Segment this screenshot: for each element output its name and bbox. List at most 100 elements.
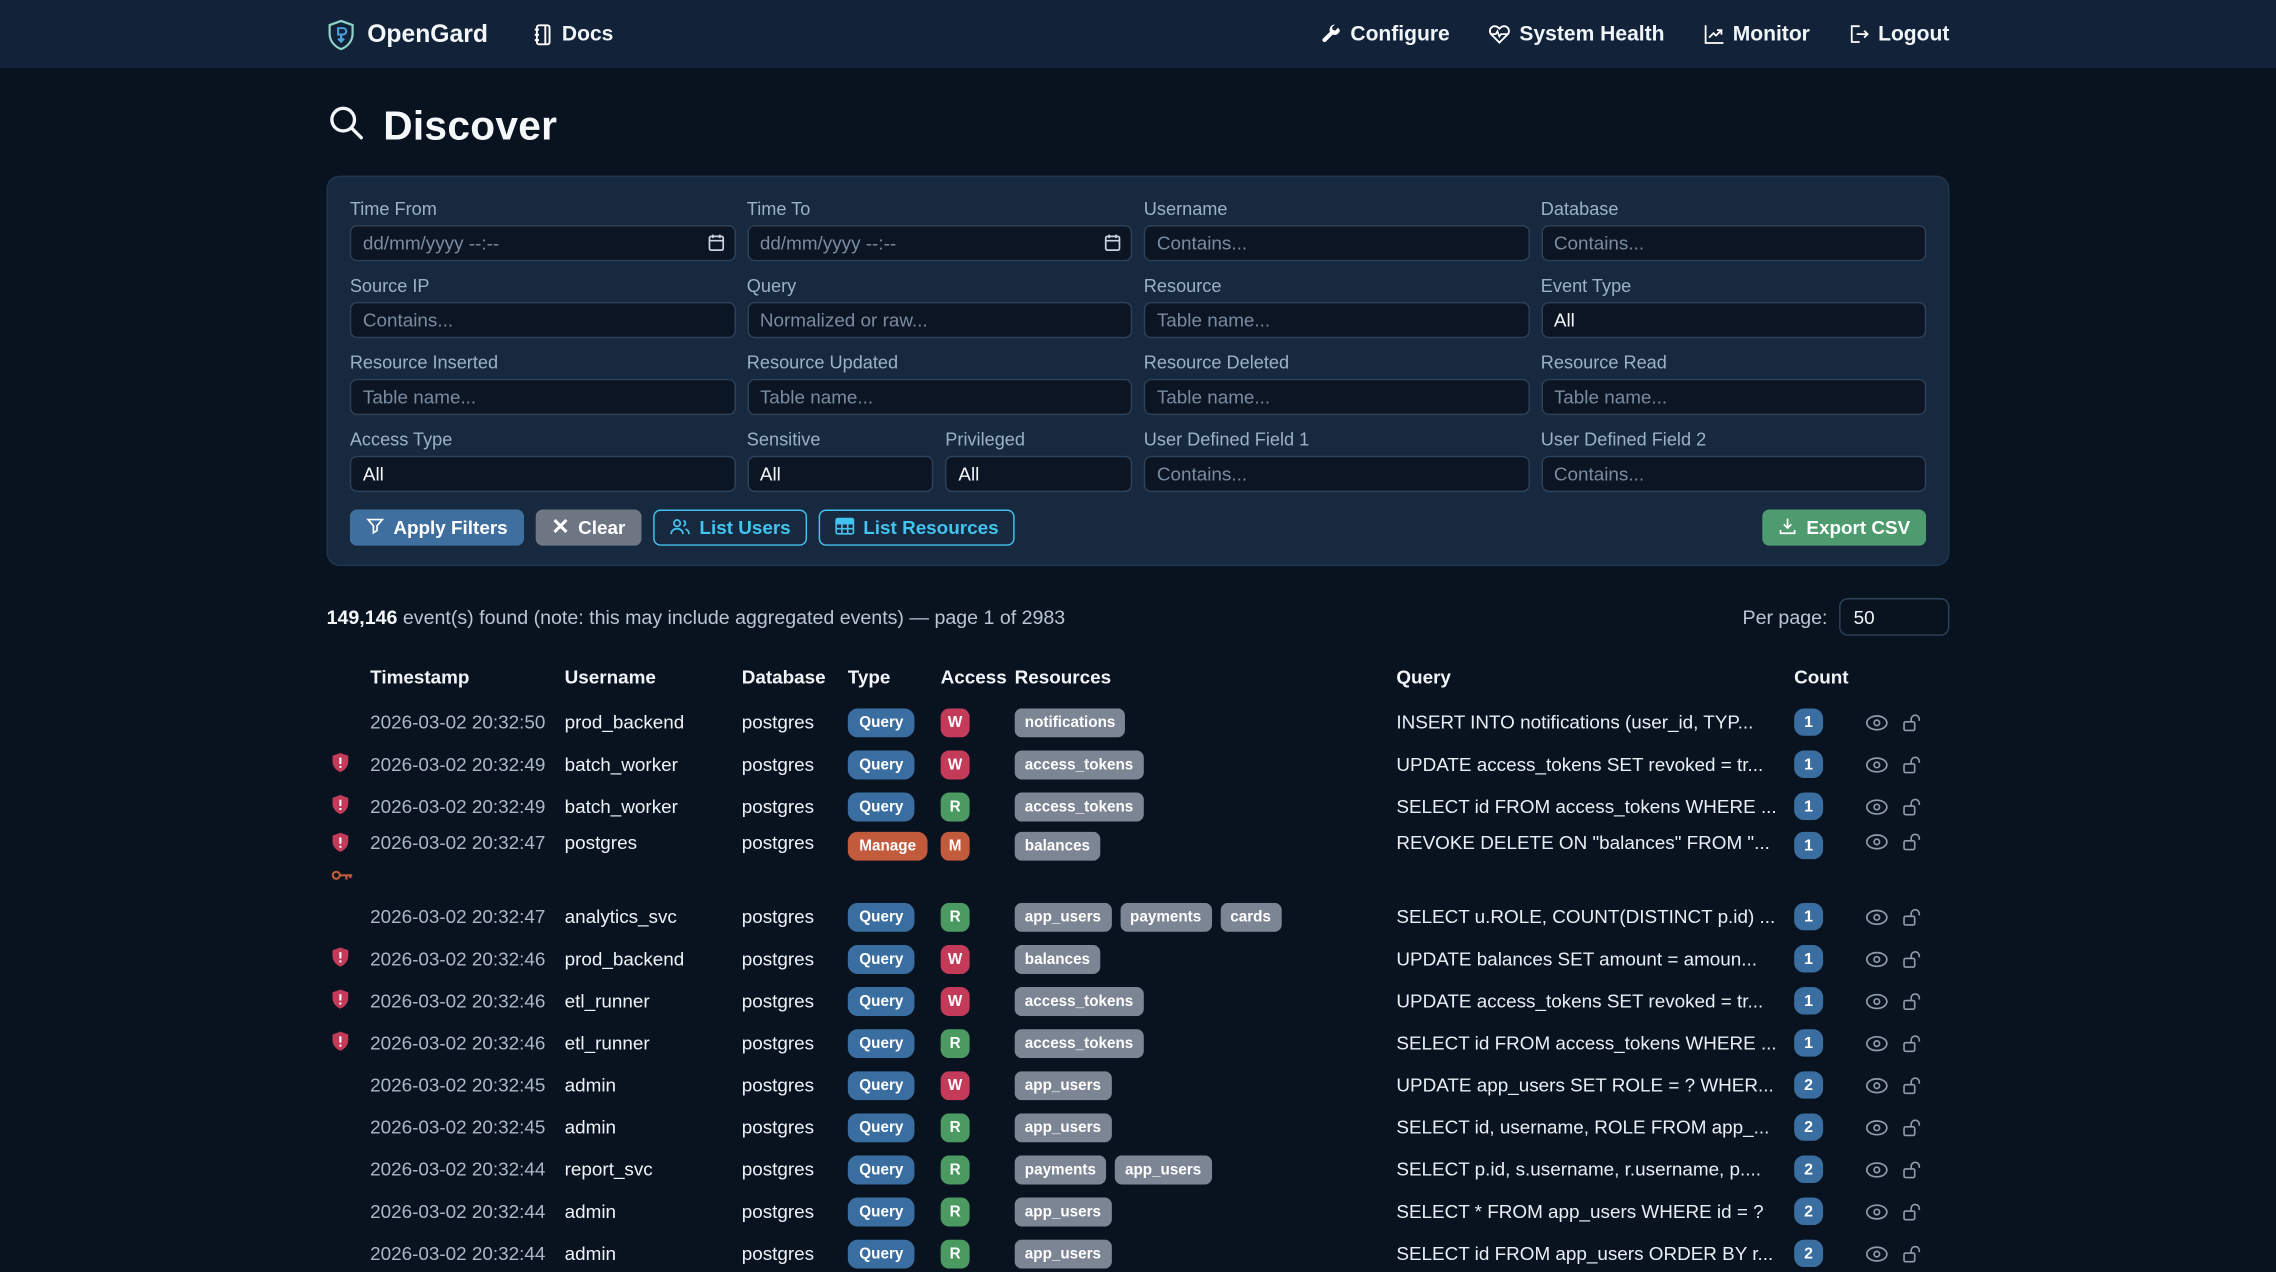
event-database: postgres <box>742 711 848 733</box>
type-badge: Query <box>848 1197 915 1226</box>
resource-inserted-input[interactable] <box>350 379 735 415</box>
resource-badge: access_tokens <box>1015 1028 1144 1057</box>
view-event-icon[interactable] <box>1865 1034 1888 1051</box>
filter-resource: Resource <box>1144 276 1529 338</box>
event-timestamp: 2026-03-02 20:32:46 <box>370 1032 565 1054</box>
count-badge: 1 <box>1794 1029 1823 1057</box>
view-event-icon[interactable] <box>1865 950 1888 967</box>
table-row: 2026-03-02 20:32:47 analytics_svc postgr… <box>327 896 1950 938</box>
view-event-icon[interactable] <box>1865 713 1888 730</box>
resource-badge: app_users <box>1015 1071 1112 1100</box>
clear-button[interactable]: ✕ Clear <box>535 509 641 545</box>
type-badge: Manage <box>848 832 928 861</box>
list-resources-button[interactable]: List Resources <box>818 509 1014 545</box>
view-event-icon[interactable] <box>1865 1245 1888 1262</box>
filter-udf2: User Defined Field 2 <box>1541 430 1926 492</box>
event-type-select[interactable]: All <box>1541 302 1926 338</box>
unlock-icon[interactable] <box>1902 754 1922 774</box>
list-users-button[interactable]: List Users <box>653 509 807 545</box>
funnel-icon <box>366 516 385 539</box>
nav-system-health[interactable]: System Health <box>1488 22 1665 45</box>
query-input[interactable] <box>747 302 1132 338</box>
event-database: postgres <box>742 753 848 775</box>
view-event-icon[interactable] <box>1865 1076 1888 1093</box>
udf1-label: User Defined Field 1 <box>1144 430 1529 450</box>
resource-input[interactable] <box>1144 302 1529 338</box>
unlock-icon[interactable] <box>1902 1243 1922 1263</box>
nav-docs[interactable]: Docs <box>531 22 613 45</box>
event-database: postgres <box>742 1116 848 1138</box>
apply-filters-button[interactable]: Apply Filters <box>350 509 524 545</box>
per-page-input[interactable] <box>1839 598 1949 636</box>
unlock-icon[interactable] <box>1902 1033 1922 1053</box>
resource-badge: payments <box>1120 902 1211 931</box>
list-users-label: List Users <box>699 517 790 539</box>
unlock-icon[interactable] <box>1902 1117 1922 1137</box>
database-input[interactable] <box>1541 225 1926 261</box>
event-query: UPDATE app_users SET ROLE = ? WHER... <box>1396 1074 1794 1096</box>
resource-updated-input[interactable] <box>747 379 1132 415</box>
count-badge: 1 <box>1794 750 1823 778</box>
resource-badge: balances <box>1015 944 1101 973</box>
access-badge: W <box>941 944 970 973</box>
unlock-icon[interactable] <box>1902 906 1922 926</box>
query-label: Query <box>747 276 1132 296</box>
unlock-icon[interactable] <box>1902 991 1922 1011</box>
resource-read-input[interactable] <box>1541 379 1926 415</box>
event-username: prod_backend <box>565 711 742 733</box>
events-table: Timestamp Username Database Type Access … <box>327 659 1950 1272</box>
nav-logout[interactable]: Logout <box>1848 22 1950 45</box>
view-event-icon[interactable] <box>1865 1118 1888 1135</box>
username-input[interactable] <box>1144 225 1529 261</box>
view-event-icon[interactable] <box>1865 833 1888 850</box>
access-type-select[interactable]: All <box>350 456 735 492</box>
username-label: Username <box>1144 199 1529 219</box>
resource-deleted-input[interactable] <box>1144 379 1529 415</box>
resource-badge: notifications <box>1015 708 1126 737</box>
event-query: UPDATE access_tokens SET revoked = tr... <box>1396 753 1794 775</box>
nav-monitor[interactable]: Monitor <box>1702 22 1810 45</box>
unlock-icon[interactable] <box>1902 949 1922 969</box>
nav-configure[interactable]: Configure <box>1320 22 1450 45</box>
unlock-icon[interactable] <box>1902 1201 1922 1221</box>
brand-link[interactable]: OpenGard <box>327 18 488 50</box>
unlock-icon[interactable] <box>1902 832 1922 852</box>
time-to-input[interactable] <box>747 225 1132 261</box>
unlock-icon[interactable] <box>1902 796 1922 816</box>
heart-pulse-icon <box>1488 23 1511 45</box>
event-username: prod_backend <box>565 948 742 970</box>
unlock-icon[interactable] <box>1902 1159 1922 1179</box>
access-badge: W <box>941 986 970 1015</box>
view-event-icon[interactable] <box>1865 908 1888 925</box>
event-database: postgres <box>742 1158 848 1180</box>
view-event-icon[interactable] <box>1865 992 1888 1009</box>
users-icon <box>669 516 691 539</box>
header-database: Database <box>742 666 848 688</box>
results-count: 149,146 <box>327 606 398 628</box>
sensitive-select[interactable]: All <box>747 456 934 492</box>
privileged-select[interactable]: All <box>945 456 1132 492</box>
source-ip-input[interactable] <box>350 302 735 338</box>
results-summary-text: event(s) found (note: this may include a… <box>397 606 1065 628</box>
unlock-icon[interactable] <box>1902 1075 1922 1095</box>
view-event-icon[interactable] <box>1865 1160 1888 1177</box>
resource-badge: app_users <box>1015 1113 1112 1142</box>
event-database: postgres <box>742 795 848 817</box>
source-ip-label: Source IP <box>350 276 735 296</box>
per-page-label: Per page: <box>1742 606 1827 628</box>
page-title: Discover <box>383 103 557 149</box>
view-event-icon[interactable] <box>1865 756 1888 773</box>
export-csv-button[interactable]: Export CSV <box>1763 509 1926 545</box>
event-username: postgres <box>565 832 742 854</box>
table-row: 2026-03-02 20:32:49 batch_worker postgre… <box>327 785 1950 827</box>
count-badge: 2 <box>1794 1198 1823 1226</box>
event-query: UPDATE balances SET amount = amoun... <box>1396 948 1794 970</box>
udf2-input[interactable] <box>1541 456 1926 492</box>
time-from-input[interactable] <box>350 225 735 261</box>
udf1-input[interactable] <box>1144 456 1529 492</box>
database-label: Database <box>1541 199 1926 219</box>
unlock-icon[interactable] <box>1902 712 1922 732</box>
view-event-icon[interactable] <box>1865 798 1888 815</box>
event-query: SELECT id, username, ROLE FROM app_... <box>1396 1116 1794 1138</box>
view-event-icon[interactable] <box>1865 1203 1888 1220</box>
